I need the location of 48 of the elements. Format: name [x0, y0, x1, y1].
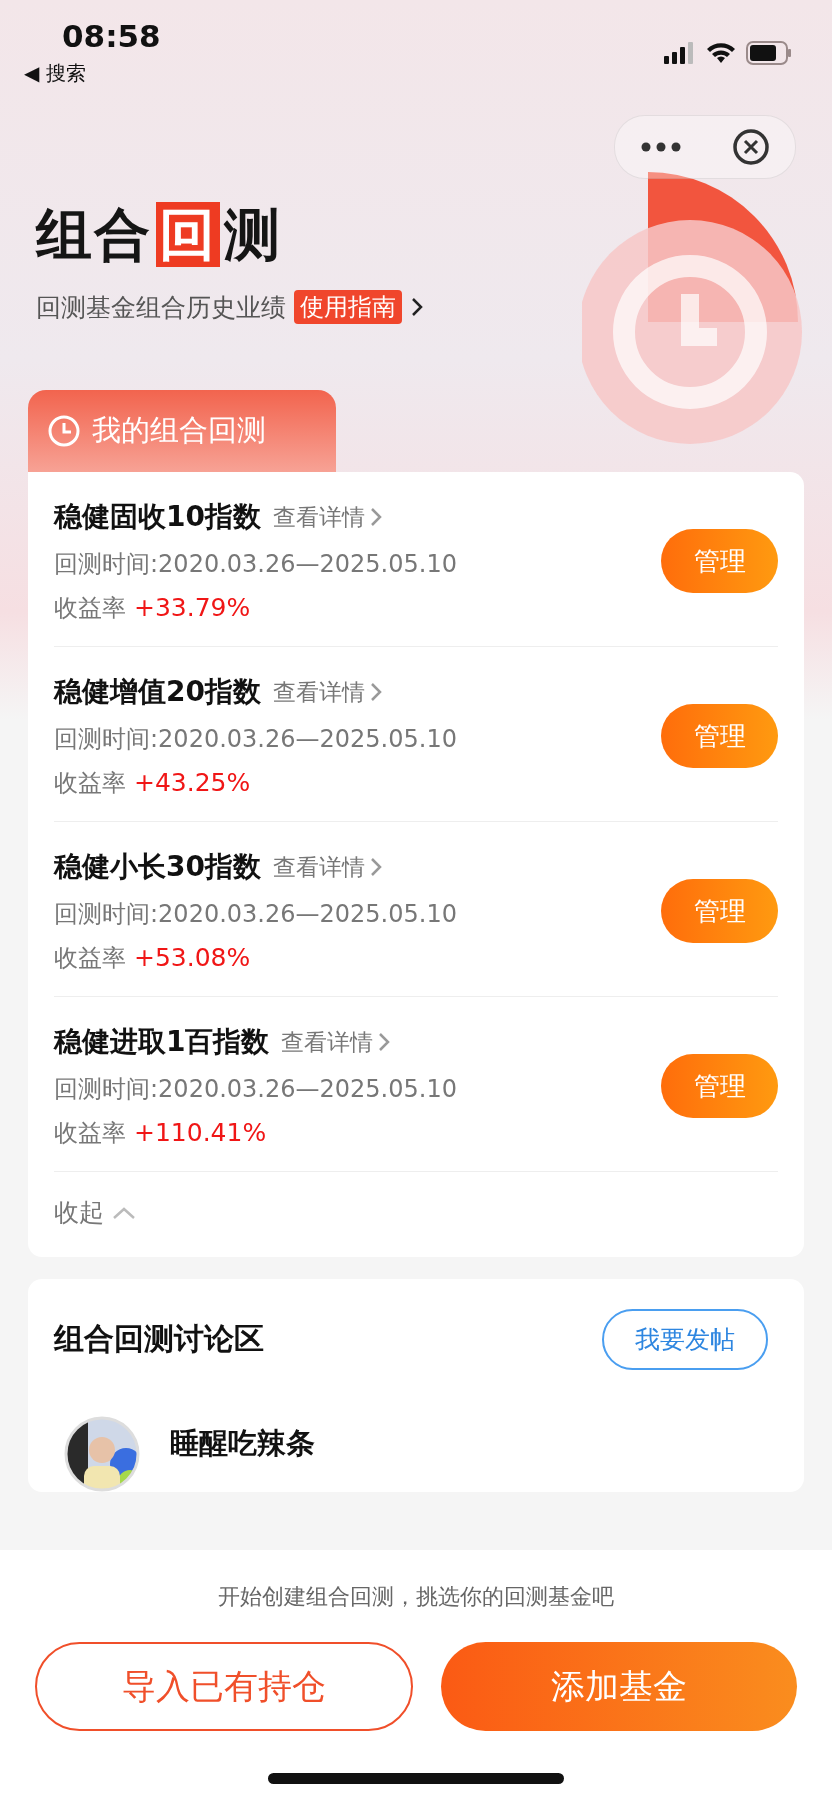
close-icon[interactable] — [731, 128, 770, 166]
wifi-icon — [706, 42, 736, 64]
details-link[interactable]: 查看详情 — [272, 851, 383, 883]
return-label: 收益率 — [54, 593, 126, 624]
backtest-period: 回测时间:2020.03.26—2025.05.10 — [54, 899, 457, 930]
portfolio-name: 稳健小长30指数 — [54, 849, 261, 885]
more-icon[interactable] — [640, 142, 681, 152]
chevron-right-icon — [377, 1031, 392, 1053]
portfolio-name: 稳健进取1百指数 — [54, 1024, 270, 1060]
status-time: 08:58 — [62, 18, 161, 54]
post-author: 睡醒吃辣条 — [170, 1425, 315, 1462]
chevron-right-icon — [368, 506, 383, 528]
signal-icon — [664, 42, 696, 64]
hint-text: 开始创建组合回测，挑选你的回测基金吧 — [218, 1583, 614, 1611]
return-value: +43.25% — [134, 768, 251, 797]
add-fund-button[interactable]: 添加基金 — [441, 1642, 797, 1731]
post-button[interactable]: 我要发帖 — [602, 1309, 768, 1370]
details-link[interactable]: 查看详情 — [272, 501, 383, 533]
return-value: +53.08% — [134, 943, 251, 972]
manage-button[interactable]: 管理 — [661, 1054, 778, 1118]
backtest-period: 回测时间:2020.03.26—2025.05.10 — [54, 549, 457, 580]
return-label: 收益率 — [54, 943, 126, 974]
return-value: +33.79% — [134, 593, 251, 622]
manage-button[interactable]: 管理 — [661, 879, 778, 943]
subtitle: 回测基金组合历史业绩 — [36, 291, 286, 324]
battery-icon — [746, 41, 792, 65]
manage-button[interactable]: 管理 — [661, 704, 778, 768]
chevron-right-icon — [368, 856, 383, 878]
details-link[interactable]: 查看详情 — [272, 676, 383, 708]
return-label: 收益率 — [54, 1118, 126, 1149]
back-link[interactable]: ◀ 搜索 — [24, 60, 161, 87]
return-label: 收益率 — [54, 768, 126, 799]
discussion-title: 组合回测讨论区 — [54, 1320, 264, 1358]
section-title: 我的组合回测 — [92, 412, 266, 449]
portfolio-name: 稳健增值20指数 — [54, 674, 261, 710]
collapse-toggle[interactable]: 收起 — [54, 1172, 136, 1257]
clock-icon — [46, 413, 82, 449]
chevron-right-icon — [368, 681, 383, 703]
portfolio-name: 稳健固收10指数 — [54, 499, 261, 535]
backtest-period: 回测时间:2020.03.26—2025.05.10 — [54, 724, 457, 755]
guide-link[interactable]: 使用指南 — [294, 290, 402, 324]
manage-button[interactable]: 管理 — [661, 529, 778, 593]
backtest-period: 回测时间:2020.03.26—2025.05.10 — [54, 1074, 457, 1105]
chevron-right-icon — [410, 296, 424, 318]
details-link[interactable]: 查看详情 — [281, 1026, 392, 1058]
chevron-up-icon — [112, 1205, 136, 1220]
return-value: +110.41% — [134, 1118, 267, 1147]
import-button[interactable]: 导入已有持仓 — [35, 1642, 413, 1731]
